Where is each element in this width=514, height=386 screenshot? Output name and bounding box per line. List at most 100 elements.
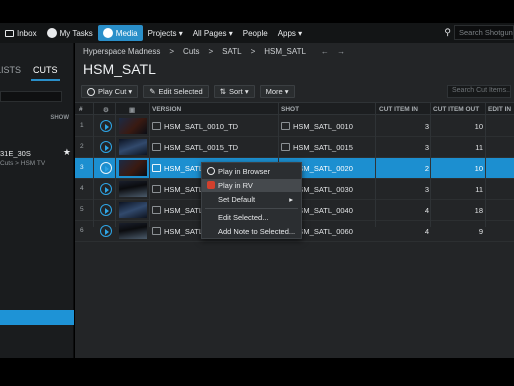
version-link[interactable]: HSM_SATL_0010_TD [164, 122, 238, 131]
col-edit-in[interactable]: EDIT IN [488, 106, 511, 113]
edit-selected-button[interactable]: ✎ Edit Selected [143, 85, 209, 98]
sidebar-cut-subtitle: Cuts > HSM TV [0, 160, 46, 167]
play-icon[interactable] [100, 141, 112, 153]
version-icon [152, 185, 161, 193]
thumbnail[interactable] [119, 118, 147, 134]
column-divider [93, 102, 94, 227]
nav-projects[interactable]: Projects ▾ [143, 23, 188, 43]
row-number: 6 [80, 227, 84, 234]
crumb-current: HSM_SATL [264, 47, 306, 56]
play-browser-icon [207, 167, 215, 175]
global-search-input[interactable]: Search Shotgun [454, 25, 514, 40]
cut-items-search-input[interactable]: Search Cut Items... [447, 85, 511, 98]
version-link[interactable]: HSM_SATL_0015_TD [164, 143, 238, 152]
nav-inbox[interactable]: Inbox [0, 23, 42, 43]
sort-button[interactable]: ⇅ Sort ▾ [213, 85, 255, 98]
tab-lists[interactable]: LISTS [0, 65, 23, 81]
col-version[interactable]: VERSION [152, 106, 181, 113]
crumb-cuts[interactable]: Cuts [183, 47, 199, 56]
show-label[interactable]: SHOW [50, 115, 69, 121]
thumbnail[interactable] [119, 139, 147, 155]
play-icon[interactable] [100, 183, 112, 195]
column-divider [149, 102, 150, 227]
play-icon[interactable] [100, 120, 112, 132]
cut-item-in[interactable]: 3 [425, 185, 429, 194]
pencil-icon: ✎ [149, 87, 156, 96]
cut-item-in[interactable]: 4 [425, 227, 429, 236]
crumb-sep: > [250, 47, 256, 56]
sidebar-search-input[interactable] [0, 91, 62, 102]
menu-play-in-browser[interactable]: Play in Browser [202, 165, 301, 178]
cut-item-out[interactable]: 9 [479, 227, 483, 236]
shot-link[interactable]: HSM_SATL_0015 [293, 143, 353, 152]
cut-item-out[interactable]: 11 [475, 185, 483, 194]
nav-media[interactable]: Media [97, 25, 143, 41]
page-title: HSM_SATL [83, 61, 156, 77]
crumb-sep: > [169, 47, 175, 56]
table-header: # ⚙ ▣ VERSION SHOT CUT ITEM IN CUT ITEM … [75, 102, 514, 115]
nav-media-label: Media [115, 28, 138, 38]
sidebar-tabs: LISTS CUTS [0, 65, 74, 81]
play-icon[interactable] [100, 204, 112, 216]
shot-icon [281, 122, 290, 130]
menu-play-in-browser-label: Play in Browser [218, 167, 271, 176]
version-icon [152, 143, 161, 151]
thumbnail[interactable] [119, 181, 147, 197]
menu-set-default[interactable]: Set Default ▸ [202, 193, 301, 206]
crumb-satl[interactable]: SATL [222, 47, 241, 56]
table-row[interactable]: 1 HSM_SATL_0010_TD HSM_SATL_0010 3 10 [75, 116, 514, 137]
table-row[interactable]: 2 HSM_SATL_0015_TD HSM_SATL_0015 3 11 [75, 137, 514, 158]
menu-add-note[interactable]: Add Note to Selected... [202, 225, 301, 238]
cut-item-out[interactable]: 10 [475, 122, 483, 131]
more-button[interactable]: More ▾ [259, 85, 295, 98]
cut-item-out[interactable]: 10 [475, 164, 483, 173]
cut-item-in[interactable]: 2 [425, 164, 429, 173]
shot-link[interactable]: HSM_SATL_0010 [293, 122, 353, 131]
col-num[interactable]: # [79, 106, 83, 113]
cut-item-in[interactable]: 4 [425, 206, 429, 215]
breadcrumb: Hyperspace Madness > Cuts > SATL > HSM_S… [83, 47, 348, 56]
thumbnail[interactable] [119, 202, 147, 218]
menu-set-default-label: Set Default [218, 195, 256, 204]
col-shot[interactable]: SHOT [281, 106, 299, 113]
version-icon [152, 164, 161, 172]
inbox-icon [5, 29, 14, 37]
row-number: 5 [80, 206, 84, 213]
crumb-project[interactable]: Hyperspace Madness [83, 47, 160, 56]
menu-play-in-rv[interactable]: Play in RV [202, 179, 301, 192]
history-arrows-icon[interactable]: ← → [321, 47, 348, 56]
nav-my-tasks-label: My Tasks [59, 28, 93, 38]
tab-cuts[interactable]: CUTS [31, 65, 60, 81]
cut-item-in[interactable]: 3 [425, 143, 429, 152]
column-divider [115, 102, 116, 227]
nav-apps[interactable]: Apps ▾ [273, 23, 307, 43]
thumbnail[interactable] [119, 160, 147, 176]
nav-people[interactable]: People [238, 23, 273, 43]
edit-selected-label: Edit Selected [158, 87, 203, 96]
play-cut-button[interactable]: Play Cut ▾ [81, 85, 139, 98]
sidebar-selected-item[interactable] [0, 310, 74, 325]
star-icon[interactable]: ★ [63, 147, 71, 158]
col-cut-item-in[interactable]: CUT ITEM IN [379, 106, 418, 113]
more-label: More ▾ [265, 87, 289, 96]
nav-all-pages[interactable]: All Pages ▾ [188, 23, 238, 43]
version-icon [152, 122, 161, 130]
menu-divider [205, 208, 298, 209]
shot-icon [281, 143, 290, 151]
col-cut-item-out[interactable]: CUT ITEM OUT [433, 106, 479, 113]
cut-item-out[interactable]: 11 [475, 143, 483, 152]
cut-item-out[interactable]: 18 [475, 206, 483, 215]
gear-icon[interactable]: ⚙ [103, 106, 109, 114]
version-icon [152, 206, 161, 214]
thumbnail-col-icon[interactable]: ▣ [129, 106, 135, 114]
play-icon[interactable] [100, 162, 112, 174]
cut-item-in[interactable]: 3 [425, 122, 429, 131]
play-icon[interactable] [100, 225, 112, 237]
menu-edit-selected-label: Edit Selected... [218, 213, 269, 222]
menu-edit-selected[interactable]: Edit Selected... [202, 211, 301, 224]
nav-people-label: People [242, 28, 268, 38]
nav-my-tasks[interactable]: My Tasks [42, 23, 98, 43]
top-navigation-bar: Inbox My Tasks Media Projects ▾ All Page… [0, 23, 514, 43]
thumbnail[interactable] [119, 223, 147, 239]
top-nav: Inbox My Tasks Media Projects ▾ All Page… [0, 23, 307, 43]
